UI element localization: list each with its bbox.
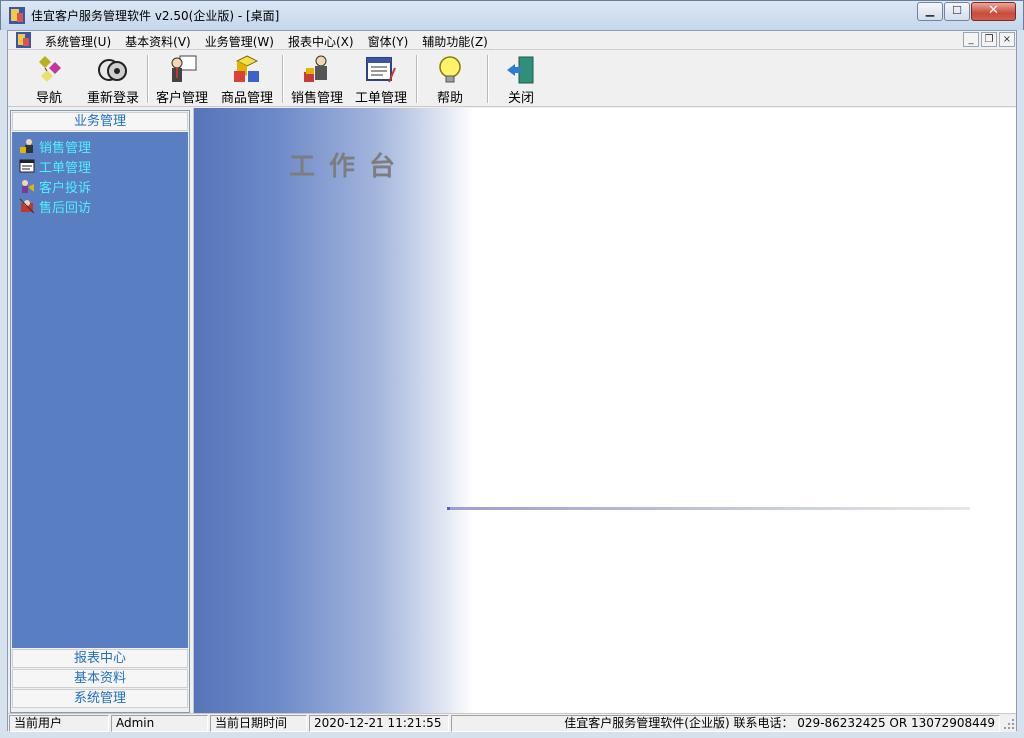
toolbar-navigation-label: 导航 [35, 91, 62, 106]
toolbar-separator [487, 55, 489, 103]
toolbar-relogin-label: 重新登录 [86, 91, 139, 106]
status-info: 佳宜客户服务管理软件(企业版) 联系电话： 029-86232425 OR 13… [451, 715, 1000, 732]
toolbar-close-button[interactable]: 关闭 [500, 54, 542, 106]
workspace-divider [447, 507, 970, 510]
sidebar-item-sales[interactable]: 销售管理 [19, 136, 91, 156]
sidebar-panel: 销售管理 工单管理 客户投诉 售后回访 [12, 132, 188, 648]
lightbulb-icon [439, 56, 461, 83]
relogin-icon [98, 59, 127, 81]
toolbar-separator [282, 55, 284, 103]
toolbar-close-label: 关闭 [507, 91, 534, 106]
sidebar-item-label: 工单管理 [39, 160, 92, 176]
client-area: 系统管理(U) 基本资料(V) 业务管理(W) 报表中心(X) 窗体(Y) 辅助… [7, 30, 1017, 732]
toolbar-sales-button[interactable]: 销售管理 [288, 54, 346, 106]
window-title: 佳宜客户服务管理软件 v2.50(企业版) - [桌面] [31, 9, 280, 23]
mdi-child-icon[interactable] [16, 32, 31, 48]
toolbar-customer-button[interactable]: 客户管理 [153, 54, 211, 106]
status-user-value: Admin [111, 715, 208, 732]
toolbar-relogin-button[interactable]: 重新登录 [83, 54, 143, 106]
menu-business[interactable]: 业务管理(W) [198, 33, 281, 50]
menu-system[interactable]: 系统管理(U) [38, 33, 118, 50]
sidebar-group-reports[interactable]: 报表中心 [12, 649, 188, 668]
sidebar-item-workorder[interactable]: 工单管理 [19, 156, 91, 176]
revisit-icon [19, 198, 35, 214]
mdi-minimize-button[interactable]: _ [963, 32, 979, 47]
sidebar-item-complaint[interactable]: 客户投诉 [19, 176, 91, 196]
title-bar: 佳宜客户服务管理软件 v2.50(企业版) - [桌面] ▁ ☐ ✕ [0, 0, 1024, 30]
mdi-close-button[interactable]: × [999, 32, 1015, 47]
sidebar-item-label: 销售管理 [39, 140, 92, 156]
menu-window[interactable]: 窗体(Y) [361, 33, 416, 50]
sidebar-group-system[interactable]: 系统管理 [12, 689, 188, 708]
maximize-button[interactable]: ☐ [944, 2, 970, 21]
close-icon: ✕ [988, 3, 999, 18]
sales-icon [20, 139, 33, 153]
close-button[interactable]: ✕ [971, 2, 1016, 21]
toolbar: 导航 重新登录 客户管理 商品管理 销售管理 工单管理 帮助 关闭 [8, 51, 1016, 107]
status-user-label: 当前用户 [9, 715, 109, 732]
toolbar-workorder-button[interactable]: 工单管理 [352, 54, 410, 106]
toolbar-product-label: 商品管理 [220, 91, 273, 106]
toolbar-product-button[interactable]: 商品管理 [218, 54, 276, 106]
toolbar-workorder-label: 工单管理 [354, 91, 407, 106]
status-bar: 当前用户 Admin 当前日期时间 2020-12-21 11:21:55 佳宜… [8, 713, 1016, 732]
menu-bar: 系统管理(U) 基本资料(V) 业务管理(W) 报表中心(X) 窗体(Y) 辅助… [8, 31, 1016, 50]
toolbar-separator [416, 55, 418, 103]
menu-tools[interactable]: 辅助功能(Z) [415, 33, 495, 50]
minimize-button[interactable]: ▁ [917, 2, 943, 21]
status-date-value: 2020-12-21 11:21:55 [309, 715, 449, 732]
app-icon[interactable] [9, 7, 25, 24]
sidebar-item-label: 客户投诉 [39, 180, 92, 196]
sidebar-item-revisit[interactable]: 售后回访 [19, 196, 91, 216]
window-controls: ▁ ☐ ✕ [916, 2, 1016, 21]
maximize-icon: ☐ [952, 4, 962, 17]
window-frame: 系统管理(U) 基本资料(V) 业务管理(W) 报表中心(X) 窗体(Y) 辅助… [0, 30, 1024, 738]
resize-grip-icon[interactable] [1003, 718, 1015, 730]
toolbar-help-button[interactable]: 帮助 [429, 54, 471, 106]
sidebar-group-basic-data[interactable]: 基本资料 [12, 669, 188, 688]
customer-icon [171, 55, 197, 82]
product-icon [234, 55, 259, 82]
status-date-label: 当前日期时间 [210, 715, 307, 732]
navigation-icon [39, 56, 61, 82]
workspace-title: 工作台 [289, 152, 410, 182]
workorder-icon [19, 159, 35, 173]
complaint-icon [22, 180, 34, 193]
toolbar-help-label: 帮助 [436, 91, 463, 106]
sidebar-item-label: 售后回访 [39, 200, 92, 216]
sidebar: 业务管理 销售管理 工单管理 客户投诉 售后回访 报表中心 基本资料 系统管理 [10, 110, 190, 713]
sales-icon [304, 55, 327, 82]
sidebar-group-business[interactable]: 业务管理 [12, 112, 188, 131]
toolbar-customer-label: 客户管理 [155, 91, 208, 106]
minimize-icon: ▁ [925, 4, 935, 17]
workorder-icon [366, 57, 396, 83]
toolbar-sales-label: 销售管理 [290, 91, 343, 106]
toolbar-separator [147, 55, 149, 103]
menu-basic-data[interactable]: 基本资料(V) [118, 33, 198, 50]
menu-reports[interactable]: 报表中心(X) [281, 33, 361, 50]
workspace: 工作台 [193, 108, 1016, 713]
toolbar-navigation-button[interactable]: 导航 [28, 54, 70, 106]
mdi-restore-button[interactable]: ❐ [981, 32, 997, 47]
exit-door-icon [507, 56, 534, 84]
